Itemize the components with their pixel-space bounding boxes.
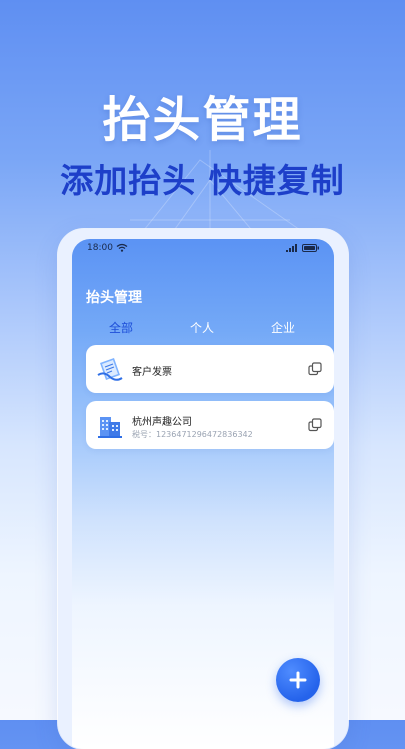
list-item[interactable]: 客户发票 bbox=[86, 345, 334, 393]
hero-subtitle: 添加抬头 快捷复制 bbox=[60, 161, 345, 200]
tax-number: 税号：1236471296472836342 bbox=[132, 429, 253, 440]
list-item[interactable]: 杭州声趣公司 税号：1236471296472836342 bbox=[86, 401, 334, 449]
signal-icon bbox=[286, 244, 297, 252]
item-name: 杭州声趣公司 bbox=[132, 417, 192, 428]
tab-all[interactable]: 全部 bbox=[109, 319, 133, 336]
battery-icon bbox=[302, 244, 319, 252]
tab-personal[interactable]: 个人 bbox=[190, 319, 214, 336]
tab-enterprise[interactable]: 企业 bbox=[271, 319, 295, 336]
hero-title: 抬头管理 bbox=[102, 92, 303, 148]
wifi-icon bbox=[116, 243, 128, 252]
plus-icon bbox=[289, 671, 307, 689]
add-button[interactable] bbox=[276, 658, 320, 702]
tax-value: 1236471296472836342 bbox=[156, 430, 253, 439]
copy-icon[interactable] bbox=[308, 418, 322, 432]
invoice-icon bbox=[97, 358, 123, 381]
status-time: 18:00 bbox=[87, 243, 113, 253]
copy-icon[interactable] bbox=[308, 362, 322, 376]
status-bar: 18:00 bbox=[72, 239, 334, 261]
tax-label: 税号： bbox=[132, 430, 156, 439]
tab-bar: 全部 个人 企业 bbox=[72, 319, 334, 339]
page-title: 抬头管理 bbox=[86, 290, 142, 306]
building-icon bbox=[98, 417, 122, 438]
item-name: 客户发票 bbox=[132, 367, 172, 378]
